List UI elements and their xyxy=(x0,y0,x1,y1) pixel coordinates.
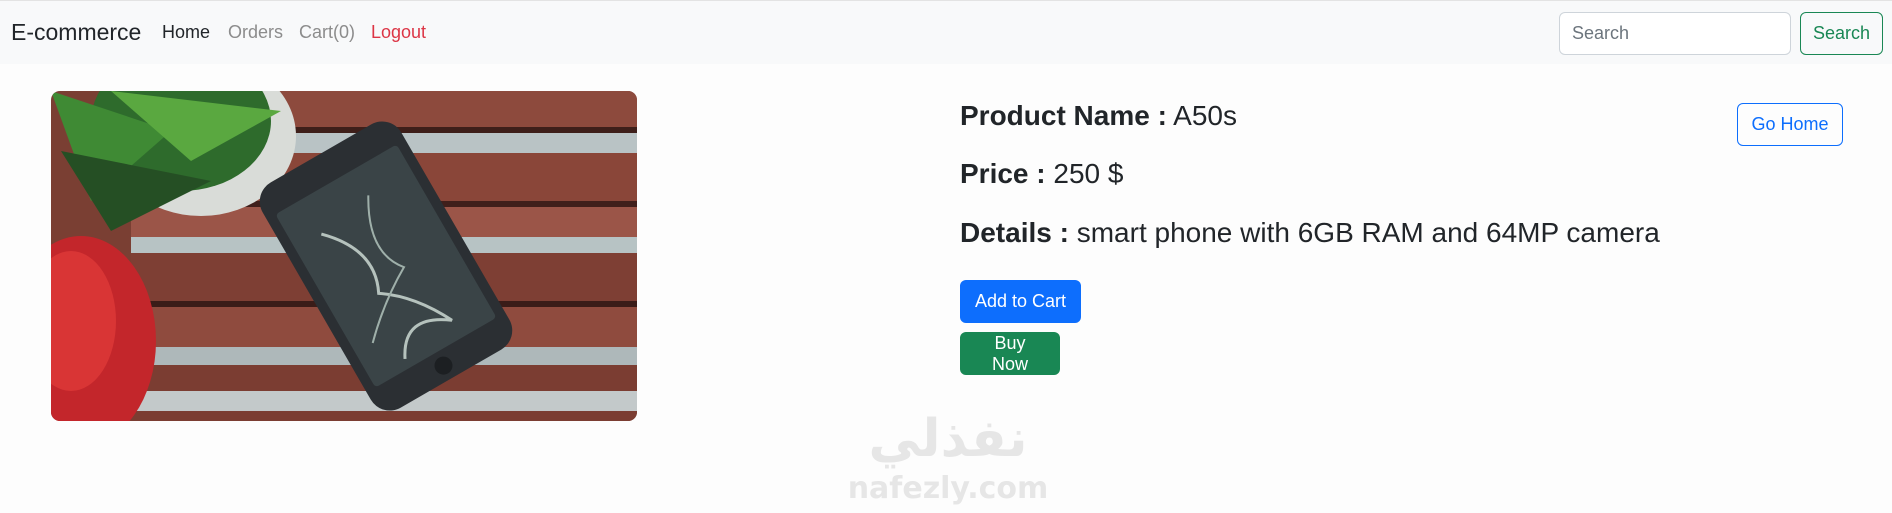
svg-text:nafezly.com: nafezly.com xyxy=(848,471,1049,506)
product-price-line: Price : 250 $ xyxy=(960,158,1123,190)
go-home-button[interactable]: Go Home xyxy=(1737,103,1843,146)
nafezly-watermark: نفذلي nafezly.com xyxy=(838,398,1058,508)
search-button[interactable]: Search xyxy=(1800,12,1883,55)
product-name-label: Product Name : xyxy=(960,100,1167,131)
search-input[interactable] xyxy=(1559,12,1791,55)
nav-cart-link[interactable]: Cart(0) xyxy=(299,22,355,43)
nav-home-link[interactable]: Home xyxy=(162,22,210,43)
buy-now-button[interactable]: Buy Now xyxy=(960,332,1060,375)
product-price-label: Price : xyxy=(960,158,1046,189)
add-to-cart-button[interactable]: Add to Cart xyxy=(960,280,1081,323)
product-details-label: Details : xyxy=(960,217,1069,248)
nafezly-logo-icon: نفذلي nafezly.com xyxy=(848,409,1049,506)
navbar: E-commerce Home Orders Cart(0) Logout Se… xyxy=(0,0,1892,64)
svg-text:نفذلي: نفذلي xyxy=(868,409,1027,469)
product-price-value: 250 $ xyxy=(1053,158,1124,189)
nav-orders-link[interactable]: Orders xyxy=(228,22,283,43)
phone-on-bench-image xyxy=(51,91,637,421)
brand-logo[interactable]: E-commerce xyxy=(11,19,141,46)
product-details-line: Details : smart phone with 6GB RAM and 6… xyxy=(960,217,1660,249)
product-details-value: smart phone with 6GB RAM and 64MP camera xyxy=(1076,217,1660,248)
product-name-value: A50s xyxy=(1173,100,1237,131)
product-image xyxy=(51,91,637,421)
nav-logout-link[interactable]: Logout xyxy=(371,22,426,43)
product-name-line: Product Name : A50s xyxy=(960,100,1237,132)
